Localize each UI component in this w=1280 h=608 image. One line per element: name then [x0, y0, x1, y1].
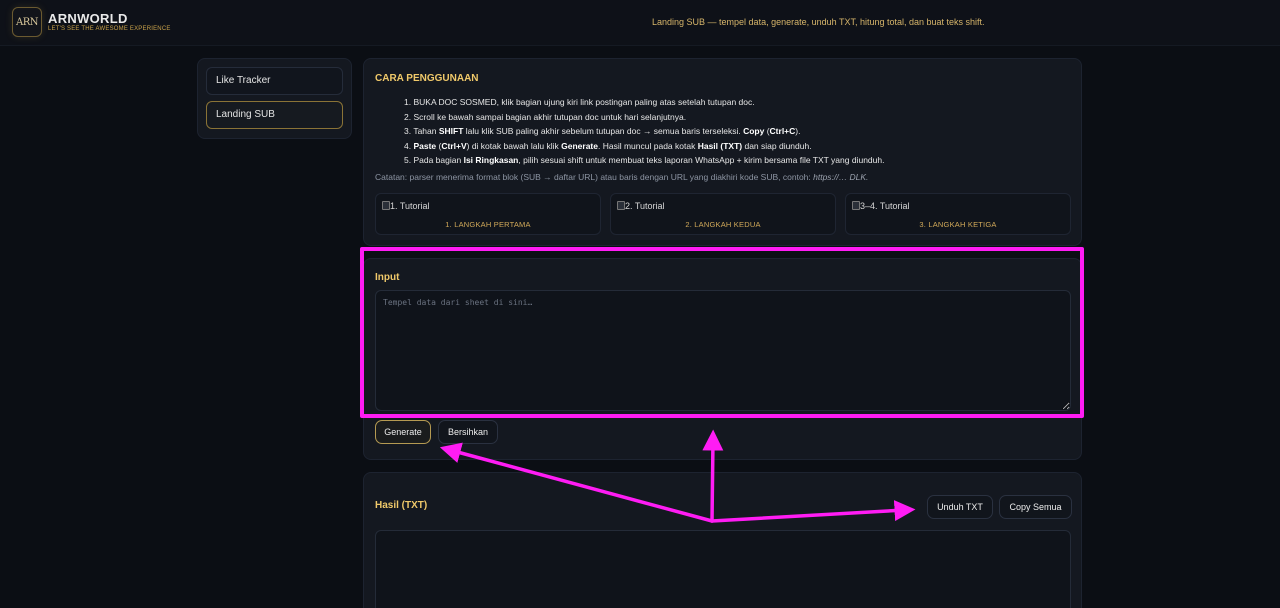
guide-steps: 1. BUKA DOC SOSMED, klik bagian ujung ki… — [404, 95, 884, 168]
brand-logo[interactable]: ARN — [12, 7, 42, 37]
header-description: Landing SUB — tempel data, generate, und… — [652, 17, 985, 27]
result-panel: Hasil (TXT) Unduh TXT Copy Semua — [363, 472, 1082, 608]
brand-name: ARNWORLD — [48, 11, 128, 26]
brand: ARNWORLD LET'S SEE THE AWESOME EXPERIENC… — [48, 12, 171, 32]
guide-step-2: 2. Scroll ke bawah sampai bagian akhir t… — [404, 111, 687, 122]
tutorial-image-3: 3–4. Tutorial — [852, 201, 910, 211]
download-txt-button[interactable]: Unduh TXT — [927, 495, 993, 519]
guide-panel: CARA PENGGUNAAN 1. BUKA DOC SOSMED, klik… — [363, 58, 1082, 246]
tutorial-image-2: 2. Tutorial — [617, 201, 665, 211]
guide-step-5: 5. Pada bagian Isi Ringkasan, pilih sesu… — [404, 155, 885, 166]
tutorial-caption-2: 2. LANGKAH KEDUA — [685, 220, 761, 229]
top-header: ARN ARNWORLD LET'S SEE THE AWESOME EXPER… — [0, 0, 1280, 46]
broken-image-icon — [617, 201, 625, 210]
note-example: https://… DLK. — [813, 172, 869, 182]
guide-step-4: 4. Paste (Ctrl+V) di kotak bawah lalu kl… — [404, 140, 812, 151]
guide-note: Catatan: parser menerima format blok (SU… — [375, 172, 869, 182]
sidebar-item-like-tracker[interactable]: Like Tracker — [206, 67, 343, 95]
tutorial-caption-1: 1. LANGKAH PERTAMA — [445, 220, 531, 229]
tutorial-card-2[interactable]: 2. Tutorial 2. LANGKAH KEDUA — [610, 193, 836, 235]
copy-all-button[interactable]: Copy Semua — [999, 495, 1072, 519]
tutorial-caption-3: 3. LANGKAH KETIGA — [919, 220, 997, 229]
input-panel: Input Generate Bersihkan — [363, 258, 1082, 460]
clear-button[interactable]: Bersihkan — [438, 420, 498, 444]
broken-image-icon — [382, 201, 390, 210]
input-title: Input — [375, 272, 400, 283]
sidebar: Like Tracker Landing SUB — [197, 58, 352, 139]
tutorial-card-3[interactable]: 3–4. Tutorial 3. LANGKAH KETIGA — [845, 193, 1071, 235]
tutorial-image-1: 1. Tutorial — [382, 201, 430, 211]
sidebar-item-landing-sub[interactable]: Landing SUB — [206, 101, 343, 129]
broken-image-icon — [852, 201, 860, 210]
generate-button[interactable]: Generate — [375, 420, 431, 444]
brand-tagline: LET'S SEE THE AWESOME EXPERIENCE — [48, 26, 171, 32]
tutorial-card-1[interactable]: 1. Tutorial 1. LANGKAH PERTAMA — [375, 193, 601, 235]
result-output-box[interactable] — [375, 530, 1071, 608]
guide-step-3: 3. Tahan SHIFT lalu klik SUB paling akhi… — [404, 126, 801, 137]
guide-title: CARA PENGGUNAAN — [375, 73, 479, 84]
logo-mark: ARN — [15, 16, 39, 28]
data-input-textarea[interactable] — [375, 290, 1071, 411]
guide-step-1: 1. BUKA DOC SOSMED, klik bagian ujung ki… — [404, 97, 755, 107]
result-title: Hasil (TXT) — [375, 500, 428, 511]
